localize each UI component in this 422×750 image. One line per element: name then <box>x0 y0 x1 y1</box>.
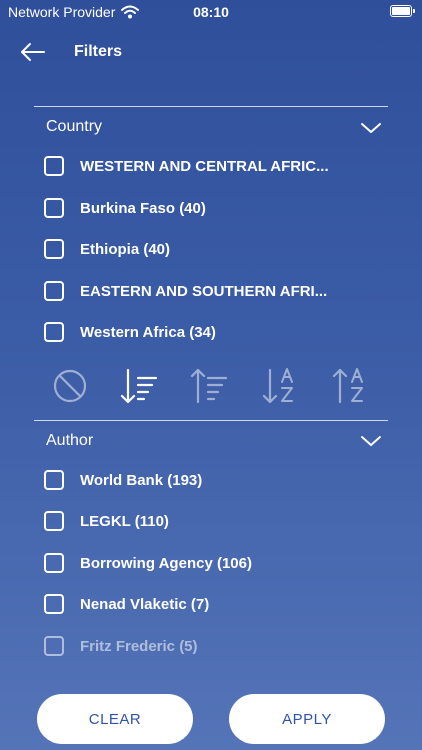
apply-button[interactable]: APPLY <box>229 694 385 744</box>
author-option[interactable]: Fritz Frederic (5) <box>44 632 198 660</box>
option-label: Fritz Frederic (5) <box>80 637 198 655</box>
country-option[interactable]: WESTERN AND CENTRAL AFRIC... <box>44 152 329 180</box>
page-title: Filters <box>74 43 123 60</box>
author-option[interactable]: Nenad Vlaketic (7) <box>44 590 209 618</box>
back-arrow-icon[interactable] <box>18 40 48 64</box>
sort-desc-icon[interactable] <box>120 366 160 406</box>
none-sort-icon[interactable] <box>50 366 90 406</box>
checkbox[interactable] <box>44 156 64 176</box>
option-label: Nenad Vlaketic (7) <box>80 595 210 613</box>
country-option[interactable]: Burkina Faso (40) <box>44 194 206 222</box>
checkbox[interactable] <box>44 322 64 342</box>
checkbox[interactable] <box>44 198 64 218</box>
battery-icon <box>390 5 415 17</box>
author-option[interactable]: LEGKL (110) <box>44 507 169 535</box>
option-label: LEGKL (110) <box>80 512 169 530</box>
checkbox[interactable] <box>44 239 64 259</box>
status-bar: Network Provider 08:10 <box>0 0 422 24</box>
country-section-title: Country <box>46 118 103 135</box>
checkbox[interactable] <box>44 470 64 490</box>
checkbox[interactable] <box>44 281 64 301</box>
divider <box>34 106 388 107</box>
chevron-down-icon[interactable] <box>360 434 382 448</box>
option-label: Burkina Faso (40) <box>80 199 206 217</box>
option-label: World Bank (193) <box>80 471 203 489</box>
sort-az-asc-icon[interactable] <box>332 366 372 406</box>
country-option[interactable]: Western Africa (34) <box>44 318 216 346</box>
checkbox[interactable] <box>44 636 64 656</box>
country-option[interactable]: Ethiopia (40) <box>44 235 170 263</box>
clear-button[interactable]: CLEAR <box>37 694 193 744</box>
checkbox[interactable] <box>44 553 64 573</box>
checkbox[interactable] <box>44 511 64 531</box>
chevron-down-icon[interactable] <box>360 121 382 135</box>
option-label: Borrowing Agency (106) <box>80 554 252 572</box>
option-label: Ethiopia (40) <box>80 240 171 258</box>
divider <box>34 420 388 421</box>
option-label: Western Africa (34) <box>80 323 216 341</box>
sort-asc-icon[interactable] <box>190 366 230 406</box>
country-option[interactable]: EASTERN AND SOUTHERN AFRI... <box>44 277 327 305</box>
header: Filters <box>0 36 422 68</box>
option-label: EASTERN AND SOUTHERN AFRI... <box>80 282 328 300</box>
checkbox[interactable] <box>44 594 64 614</box>
author-section-title: Author <box>46 432 94 449</box>
option-label: WESTERN AND CENTRAL AFRIC... <box>80 157 329 175</box>
sort-toolbar <box>44 366 374 406</box>
author-option[interactable]: Borrowing Agency (106) <box>44 549 252 577</box>
author-option[interactable]: World Bank (193) <box>44 466 202 494</box>
sort-az-desc-icon[interactable] <box>262 366 302 406</box>
status-time: 08:10 <box>193 4 229 20</box>
